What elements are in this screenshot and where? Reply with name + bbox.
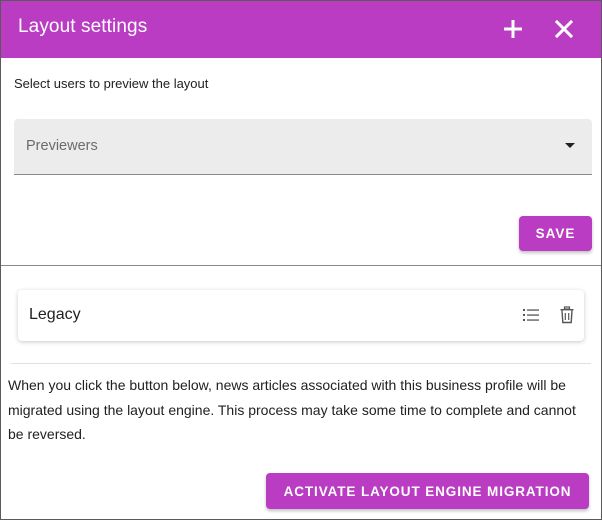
- trash-icon: [560, 306, 574, 324]
- layout-details-button[interactable]: [522, 306, 540, 324]
- previewers-prompt: Select users to preview the layout: [14, 76, 209, 91]
- close-icon: [554, 19, 574, 39]
- section-divider: [11, 363, 591, 364]
- save-button[interactable]: SAVE: [519, 216, 592, 251]
- caret-down-icon: [565, 143, 575, 148]
- delete-layout-button[interactable]: [558, 306, 576, 324]
- previewers-placeholder: Previewers: [26, 138, 98, 154]
- layout-settings-dialog: Layout settings Select users to preview …: [0, 0, 602, 520]
- previewers-select[interactable]: Previewers: [14, 119, 592, 175]
- layout-card-legacy[interactable]: Legacy: [18, 290, 584, 341]
- list-icon: [523, 309, 539, 321]
- plus-icon: [504, 20, 522, 38]
- section-divider: [1, 265, 601, 266]
- layout-name: Legacy: [29, 306, 81, 323]
- add-button[interactable]: [498, 14, 528, 44]
- close-button[interactable]: [549, 14, 579, 44]
- dialog-title: Layout settings: [18, 16, 148, 37]
- migration-notice: When you click the button below, news ar…: [8, 377, 576, 442]
- dialog-header: Layout settings: [1, 1, 601, 58]
- activate-migration-button[interactable]: ACTIVATE LAYOUT ENGINE MIGRATION: [266, 473, 589, 509]
